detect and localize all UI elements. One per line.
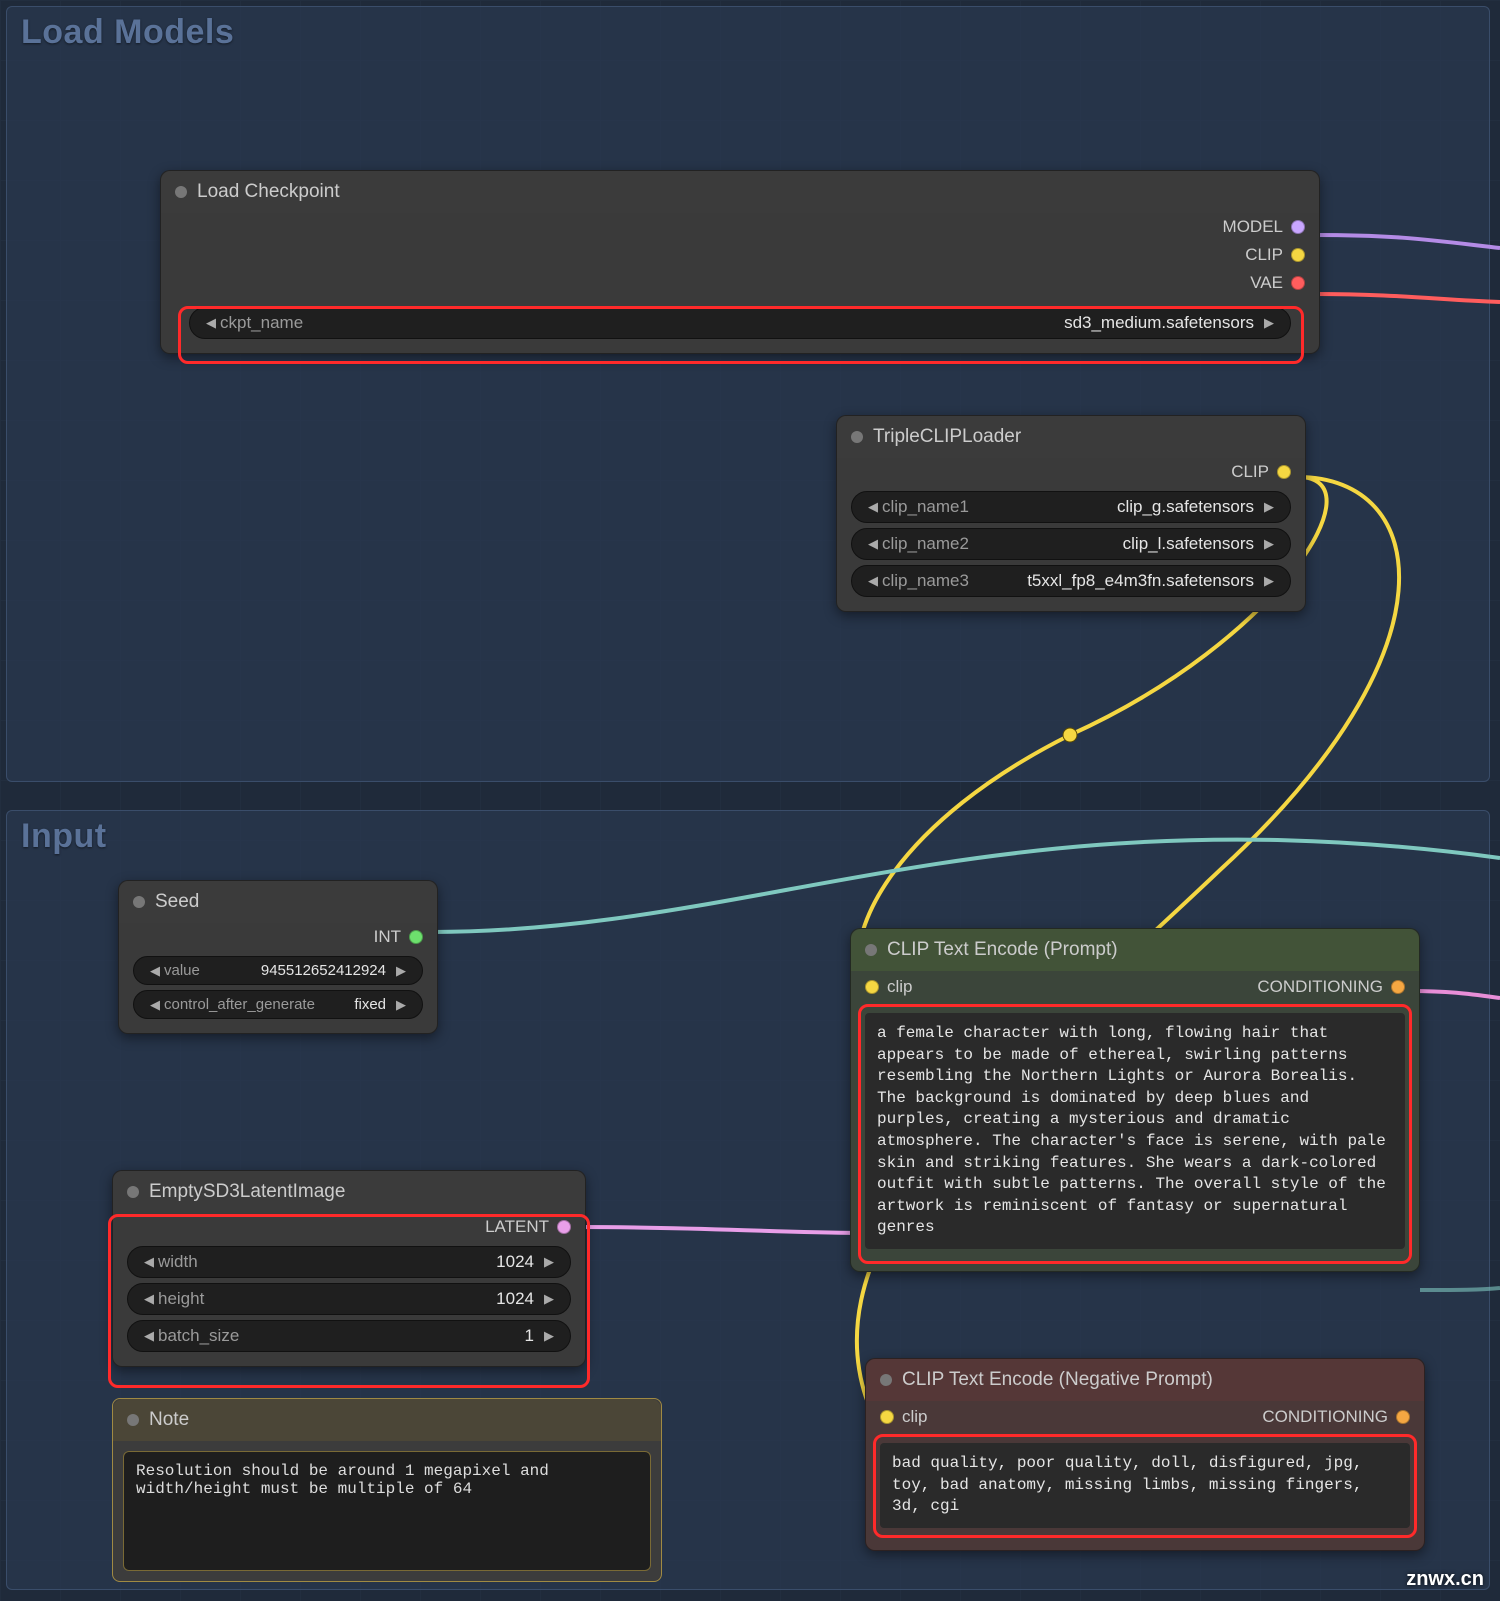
collapse-dot-icon[interactable] xyxy=(175,186,187,198)
node-title: CLIP Text Encode (Prompt) xyxy=(887,939,1118,961)
chevron-right-icon[interactable]: ▶ xyxy=(1260,573,1278,589)
output-label: VAE xyxy=(1250,273,1283,293)
prompt-text[interactable]: bad quality, poor quality, doll, disfigu… xyxy=(880,1443,1410,1528)
widget-clip-name3[interactable]: ◀ clip_name3 t5xxl_fp8_e4m3fn.safetensor… xyxy=(851,565,1291,597)
collapse-dot-icon[interactable] xyxy=(127,1186,139,1198)
output-label: CONDITIONING xyxy=(1262,1407,1388,1427)
group-title: Input xyxy=(21,817,107,856)
widget-value: 1024 xyxy=(204,1289,540,1309)
chevron-right-icon[interactable]: ▶ xyxy=(1260,315,1278,331)
node-title: CLIP Text Encode (Negative Prompt) xyxy=(902,1369,1213,1391)
chevron-right-icon[interactable]: ▶ xyxy=(392,963,410,979)
output-label: MODEL xyxy=(1223,217,1283,237)
chevron-left-icon[interactable]: ◀ xyxy=(864,536,882,552)
node-clip-text-encode-prompt[interactable]: CLIP Text Encode (Prompt) clip CONDITION… xyxy=(850,928,1420,1272)
widget-value: clip_l.safetensors xyxy=(969,534,1260,554)
widget-value: 1024 xyxy=(198,1252,540,1272)
group-load-models[interactable]: Load Models xyxy=(6,6,1490,782)
node-note[interactable]: Note Resolution should be around 1 megap… xyxy=(112,1398,662,1582)
node-title: Load Checkpoint xyxy=(197,181,340,203)
chevron-left-icon[interactable]: ◀ xyxy=(140,1254,158,1270)
widget-label: width xyxy=(158,1252,198,1272)
widget-control-after-generate[interactable]: ◀ control_after_generate fixed ▶ xyxy=(133,990,423,1019)
watermark: znwx.cn xyxy=(1406,1568,1484,1591)
widget-value: 945512652412924 xyxy=(200,962,392,979)
output-label: CLIP xyxy=(1245,245,1283,265)
input-label: clip xyxy=(887,977,913,997)
port-clip[interactable] xyxy=(1277,465,1291,479)
node-graph-canvas[interactable]: Load Models Input Load Checkpoint MODEL … xyxy=(0,0,1500,1601)
widget-seed-value[interactable]: ◀ value 945512652412924 ▶ xyxy=(133,956,423,985)
node-title: EmptySD3LatentImage xyxy=(149,1181,345,1203)
widget-clip-name2[interactable]: ◀ clip_name2 clip_l.safetensors ▶ xyxy=(851,528,1291,560)
node-title: Note xyxy=(149,1409,189,1431)
chevron-left-icon[interactable]: ◀ xyxy=(140,1328,158,1344)
node-title: Seed xyxy=(155,891,199,913)
widget-label: batch_size xyxy=(158,1326,239,1346)
chevron-left-icon[interactable]: ◀ xyxy=(864,499,882,515)
group-title: Load Models xyxy=(21,13,234,52)
widget-height[interactable]: ◀ height 1024 ▶ xyxy=(127,1283,571,1315)
chevron-right-icon[interactable]: ▶ xyxy=(392,997,410,1013)
prompt-text[interactable]: a female character with long, flowing ha… xyxy=(865,1013,1405,1249)
widget-value: t5xxl_fp8_e4m3fn.safetensors xyxy=(969,571,1260,591)
output-label: LATENT xyxy=(485,1217,549,1237)
port-clip[interactable] xyxy=(1291,248,1305,262)
widget-ckpt-name[interactable]: ◀ ckpt_name sd3_medium.safetensors ▶ xyxy=(189,307,1291,339)
chevron-left-icon[interactable]: ◀ xyxy=(140,1291,158,1307)
widget-clip-name1[interactable]: ◀ clip_name1 clip_g.safetensors ▶ xyxy=(851,491,1291,523)
node-load-checkpoint[interactable]: Load Checkpoint MODEL CLIP VAE ◀ ckpt_na… xyxy=(160,170,1320,354)
node-title: TripleCLIPLoader xyxy=(873,426,1021,448)
port-clip-in[interactable] xyxy=(865,980,879,994)
output-label: INT xyxy=(374,927,401,947)
widget-value: sd3_medium.safetensors xyxy=(303,313,1260,333)
widget-label: clip_name3 xyxy=(882,571,969,591)
chevron-right-icon[interactable]: ▶ xyxy=(540,1328,558,1344)
widget-label: value xyxy=(164,962,200,979)
widget-value: fixed xyxy=(348,996,392,1013)
note-text[interactable]: Resolution should be around 1 megapixel … xyxy=(123,1451,651,1571)
widget-label: ckpt_name xyxy=(220,313,303,333)
node-clip-text-encode-negative[interactable]: CLIP Text Encode (Negative Prompt) clip … xyxy=(865,1358,1425,1551)
node-empty-latent[interactable]: EmptySD3LatentImage LATENT ◀ width 1024 … xyxy=(112,1170,586,1367)
collapse-dot-icon[interactable] xyxy=(880,1374,892,1386)
collapse-dot-icon[interactable] xyxy=(851,431,863,443)
port-int[interactable] xyxy=(409,930,423,944)
node-tripleclip-loader[interactable]: TripleCLIPLoader CLIP ◀ clip_name1 clip_… xyxy=(836,415,1306,612)
widget-value: 1 xyxy=(239,1326,540,1346)
port-model[interactable] xyxy=(1291,220,1305,234)
port-vae[interactable] xyxy=(1291,276,1305,290)
chevron-left-icon[interactable]: ◀ xyxy=(202,315,220,331)
widget-batch-size[interactable]: ◀ batch_size 1 ▶ xyxy=(127,1320,571,1352)
collapse-dot-icon[interactable] xyxy=(865,944,877,956)
widget-label: control_after_generate xyxy=(164,996,348,1013)
output-label: CLIP xyxy=(1231,462,1269,482)
input-label: clip xyxy=(902,1407,928,1427)
chevron-right-icon[interactable]: ▶ xyxy=(1260,499,1278,515)
port-conditioning[interactable] xyxy=(1391,980,1405,994)
chevron-right-icon[interactable]: ▶ xyxy=(1260,536,1278,552)
collapse-dot-icon[interactable] xyxy=(133,896,145,908)
node-seed[interactable]: Seed INT ◀ value 945512652412924 ▶ ◀ con… xyxy=(118,880,438,1034)
widget-label: clip_name1 xyxy=(882,497,969,517)
output-label: CONDITIONING xyxy=(1257,977,1383,997)
port-latent[interactable] xyxy=(557,1220,571,1234)
widget-label: height xyxy=(158,1289,204,1309)
widget-value: clip_g.safetensors xyxy=(969,497,1260,517)
widget-width[interactable]: ◀ width 1024 ▶ xyxy=(127,1246,571,1278)
chevron-left-icon[interactable]: ◀ xyxy=(146,963,164,979)
collapse-dot-icon[interactable] xyxy=(127,1414,139,1426)
chevron-left-icon[interactable]: ◀ xyxy=(146,997,164,1013)
chevron-right-icon[interactable]: ▶ xyxy=(540,1291,558,1307)
widget-label: clip_name2 xyxy=(882,534,969,554)
chevron-left-icon[interactable]: ◀ xyxy=(864,573,882,589)
port-clip-in[interactable] xyxy=(880,1410,894,1424)
port-conditioning[interactable] xyxy=(1396,1410,1410,1424)
chevron-right-icon[interactable]: ▶ xyxy=(540,1254,558,1270)
